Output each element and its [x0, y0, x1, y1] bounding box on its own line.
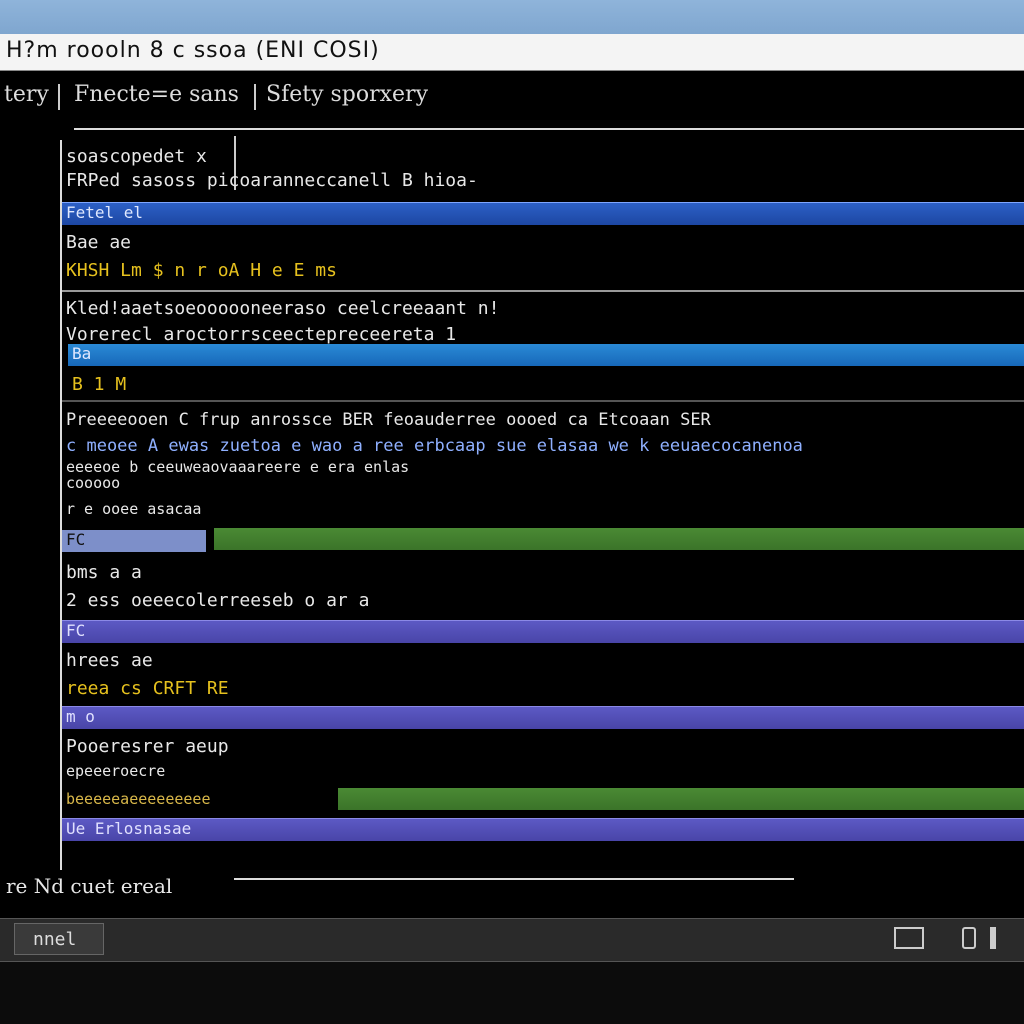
- divider: [62, 290, 1024, 292]
- window-title: H?m roooln 8 c ssoa (ENI COSI): [6, 38, 380, 63]
- window-titlebar: H?m roooln 8 c ssoa (ENI COSI): [0, 34, 1024, 71]
- highlight-bar[interactable]: Ba: [68, 344, 1024, 366]
- menu-bar: tery Fnecte=e sans Sfety sporxery: [0, 78, 1024, 114]
- notification-icon[interactable]: [962, 927, 976, 949]
- text-line: r e ooee asacaa: [66, 500, 202, 518]
- text-line: Bae ae: [66, 232, 132, 253]
- bar-label: Fetel el: [66, 203, 144, 222]
- text-line: epeeeroecre: [66, 762, 166, 780]
- divider: [234, 878, 794, 880]
- vertical-rule: [60, 140, 62, 870]
- text-line: hrees ae: [66, 650, 153, 671]
- bar-label: Ba: [72, 344, 92, 363]
- divider: [62, 400, 1024, 402]
- text-line: c meoee A ewas zuetoa e wao a ree erbcaa…: [66, 436, 803, 456]
- menu-separator: [58, 84, 60, 110]
- text-line: beeeeeaeeeeeeeee: [66, 790, 211, 808]
- desktop-top-strip: [0, 0, 1024, 34]
- text-line: cooooo: [66, 474, 121, 492]
- text-line: reea cs CRFT RE: [66, 678, 229, 699]
- status-button[interactable]: nnel: [14, 923, 104, 955]
- footer-area: [0, 962, 1024, 1024]
- text-line: Kled!aaetsoeoooooneeraso ceelcreeaant n!: [66, 298, 500, 319]
- menu-item-1[interactable]: tery: [4, 82, 49, 107]
- divider: [74, 128, 1024, 130]
- text-line: bms a a: [66, 562, 142, 583]
- text-line: Vorerecl aroctorrsceectepreceereta 1: [66, 324, 457, 345]
- highlight-bar[interactable]: m o: [62, 706, 1024, 729]
- bar-label: FC: [66, 530, 86, 549]
- menu-separator: [254, 84, 256, 110]
- keyboard-icon[interactable]: [894, 927, 924, 949]
- highlight-bar[interactable]: Fetel el: [62, 202, 1024, 225]
- text-line: B 1 M: [72, 374, 127, 395]
- progress-bar: [214, 528, 1024, 550]
- menu-item-2[interactable]: Fnecte=e sans: [74, 82, 239, 107]
- tab-strip[interactable]: FC: [62, 530, 206, 552]
- bar-label: Ue Erlosnasae: [66, 819, 192, 838]
- progress-bar: [338, 788, 1024, 810]
- text-line: KHSH Lm $ n r oA H e E ms: [66, 260, 337, 281]
- highlight-bar[interactable]: Ue Erlosnasae: [62, 818, 1024, 841]
- volume-icon[interactable]: [990, 927, 996, 949]
- bar-label: m o: [66, 707, 95, 726]
- highlight-bar[interactable]: FC: [62, 620, 1024, 643]
- text-line: FRPed sasoss picoaranneccanell B hioa-: [66, 170, 478, 191]
- bar-label: FC: [66, 621, 86, 640]
- text-line: Preeeeooen C frup anrossce BER feoauderr…: [66, 410, 711, 430]
- text-line: Pooeresrer aeup: [66, 736, 229, 757]
- text-line: 2 ess oeeecolerreeseb o ar a: [66, 590, 370, 611]
- footer-text: re Nd cuet ereal: [6, 874, 173, 898]
- menu-item-3[interactable]: Sfety sporxery: [266, 82, 428, 107]
- text-line: soascopedet x: [66, 146, 207, 167]
- status-bar: nnel: [0, 918, 1024, 962]
